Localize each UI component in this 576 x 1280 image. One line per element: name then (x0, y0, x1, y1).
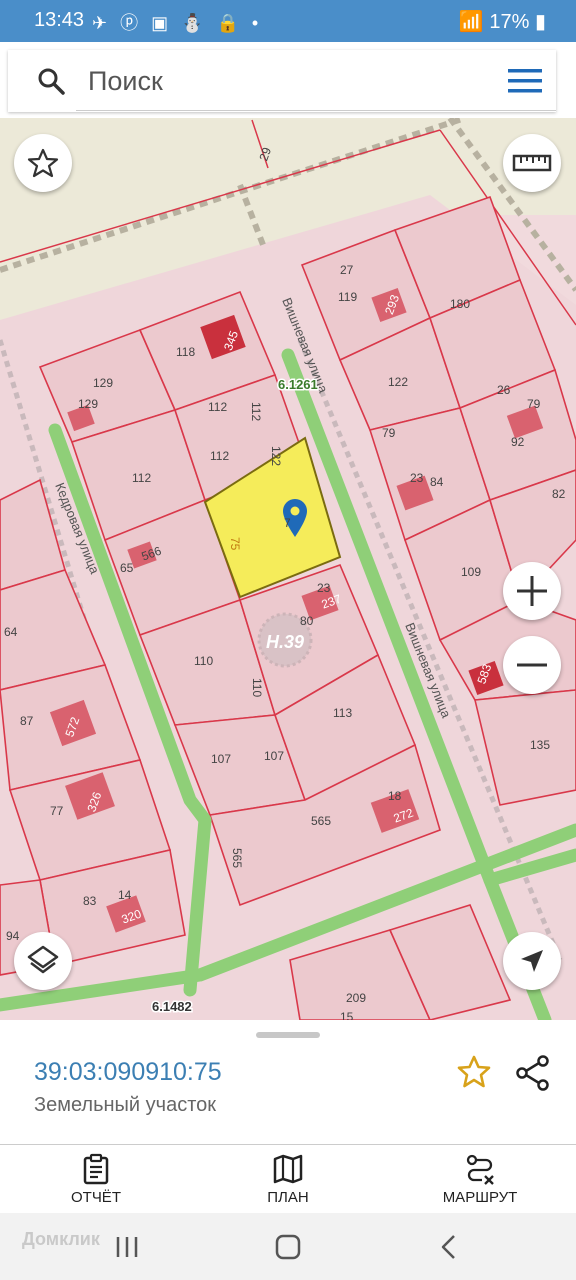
svg-text:112: 112 (210, 449, 229, 463)
svg-text:79: 79 (527, 397, 541, 411)
parcel-type: Земельный участок (34, 1094, 217, 1116)
svg-text:80: 80 (300, 614, 314, 628)
system-nav-bar: Домклик (0, 1213, 576, 1280)
svg-text:209: 209 (346, 991, 366, 1005)
svg-text:110: 110 (250, 678, 264, 697)
battery-icon: ▮ (534, 11, 546, 33)
svg-text:119: 119 (338, 290, 357, 304)
tab-report-label: ОТЧЁТ (70, 1189, 121, 1206)
back-icon[interactable] (434, 1233, 464, 1261)
navigation-arrow-icon (521, 950, 543, 972)
road-code: 6.1261 (278, 377, 318, 392)
svg-text:23: 23 (317, 581, 331, 595)
star-outline-icon (27, 148, 59, 178)
svg-text:565: 565 (311, 814, 331, 828)
road-code: 6.1482 (152, 999, 192, 1014)
svg-text:87: 87 (20, 714, 34, 728)
svg-text:75: 75 (228, 537, 242, 551)
search-input[interactable] (86, 60, 470, 102)
home-icon[interactable] (273, 1233, 303, 1261)
svg-text:64: 64 (4, 625, 18, 639)
svg-text:107: 107 (211, 752, 231, 766)
cadastral-map[interactable]: Н.39 Вишневая улица Вишневая улица Кедро… (0, 118, 576, 1020)
svg-text:129: 129 (93, 376, 113, 390)
sheet-drag-handle[interactable] (256, 1032, 320, 1038)
battery-text: 17% (489, 11, 530, 33)
status-time: 13:43 (34, 9, 85, 31)
parcel-info-sheet[interactable]: 39:03:090910:75 Земельный участок (0, 1020, 576, 1144)
status-bar: 13:43 ✈ ⓟ ▣ ⛄ 🔒 • 📶 17% ▮ (0, 0, 576, 42)
map-view[interactable]: Н.39 Вишневая улица Вишневая улица Кедро… (0, 118, 576, 1020)
favorites-button[interactable] (14, 134, 72, 192)
star-icon[interactable] (456, 1054, 492, 1090)
svg-text:112: 112 (132, 471, 151, 485)
recent-apps-icon[interactable] (112, 1233, 142, 1261)
svg-text:129: 129 (78, 397, 98, 411)
share-icon[interactable] (514, 1054, 552, 1092)
layers-button[interactable] (14, 932, 72, 990)
svg-text:83: 83 (83, 894, 97, 908)
tab-plan-label: ПЛАН (267, 1189, 309, 1206)
tab-plan[interactable]: ПЛАН (192, 1145, 384, 1213)
notification-icons: ✈ ⓟ ▣ ⛄ 🔒 • (92, 13, 263, 33)
bottom-tab-bar: ОТЧЁТ ПЛАН МАРШРУТ (0, 1145, 576, 1213)
svg-text:84: 84 (430, 475, 444, 489)
svg-text:565: 565 (230, 848, 244, 868)
svg-text:109: 109 (461, 565, 481, 579)
my-location-button[interactable] (503, 932, 561, 990)
plus-icon (517, 576, 547, 606)
marker-label: Н.39 (266, 632, 304, 652)
status-right: 📶 17% ▮ (459, 9, 546, 34)
layers-icon (27, 945, 59, 974)
search-field (76, 50, 556, 111)
tab-route-label: МАРШРУТ (442, 1189, 518, 1206)
svg-text:113: 113 (333, 706, 352, 720)
svg-text:122: 122 (269, 446, 283, 466)
clipboard-icon (83, 1153, 109, 1185)
svg-text:15: 15 (340, 1010, 354, 1020)
search-bar (8, 50, 556, 112)
route-icon (466, 1154, 494, 1185)
svg-text:92: 92 (511, 435, 525, 449)
svg-text:180: 180 (450, 297, 470, 311)
svg-text:23: 23 (410, 471, 424, 485)
svg-text:65: 65 (120, 561, 134, 575)
wifi-icon: 📶 (458, 11, 484, 33)
map-plan-icon (273, 1154, 303, 1184)
ruler-button[interactable] (503, 134, 561, 192)
watermark: Домклик (22, 1229, 100, 1249)
zoom-out-button[interactable] (503, 636, 561, 694)
svg-text:107: 107 (264, 749, 284, 763)
svg-text:7: 7 (284, 516, 291, 530)
ruler-icon (512, 154, 552, 172)
cadastral-number[interactable]: 39:03:090910:75 (34, 1058, 222, 1087)
zoom-in-button[interactable] (503, 562, 561, 620)
menu-icon[interactable] (508, 66, 542, 96)
svg-text:77: 77 (50, 804, 64, 818)
svg-text:135: 135 (530, 738, 550, 752)
svg-text:26: 26 (497, 383, 511, 397)
svg-text:112: 112 (249, 402, 263, 421)
svg-text:118: 118 (176, 345, 195, 359)
svg-text:14: 14 (118, 888, 132, 902)
svg-text:110: 110 (194, 654, 213, 668)
svg-text:112: 112 (208, 400, 227, 414)
svg-text:82: 82 (552, 487, 566, 501)
search-icon[interactable] (36, 66, 66, 96)
tab-report[interactable]: ОТЧЁТ (0, 1145, 192, 1213)
svg-text:27: 27 (340, 263, 354, 277)
svg-text:122: 122 (388, 375, 408, 389)
svg-text:79: 79 (382, 426, 396, 440)
tab-route[interactable]: МАРШРУТ (384, 1145, 576, 1213)
svg-text:94: 94 (6, 929, 20, 943)
minus-icon (517, 663, 547, 667)
svg-text:18: 18 (388, 789, 402, 803)
